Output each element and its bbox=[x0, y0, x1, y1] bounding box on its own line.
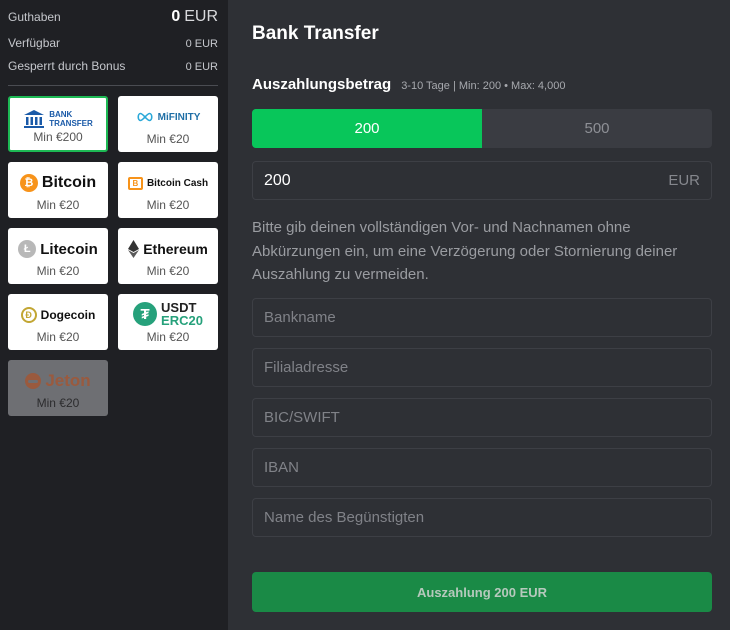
bitcoin-label: Bitcoin bbox=[41, 174, 97, 191]
amount-value: 200 bbox=[264, 171, 291, 189]
balance-currency: EUR bbox=[184, 8, 218, 25]
beneficiary-name-input[interactable] bbox=[252, 498, 712, 537]
amount-heading: Auszahlungsbetrag bbox=[252, 76, 392, 93]
method-litecoin[interactable]: Ł Litecoin Min €20 bbox=[8, 228, 108, 284]
litecoin-label: Litecoin bbox=[40, 240, 98, 258]
balance-value: 0 EUR bbox=[171, 8, 218, 26]
litecoin-logo: Ł Litecoin bbox=[8, 234, 108, 264]
branch-address-input[interactable] bbox=[252, 348, 712, 387]
method-bitcoin[interactable]: ₿ Bitcoin Min €20 bbox=[8, 162, 108, 218]
usdt-min: Min €20 bbox=[146, 330, 190, 344]
litecoin-min: Min €20 bbox=[36, 264, 80, 278]
mifinity-label: MiFINITY bbox=[157, 111, 201, 123]
amount-currency: EUR bbox=[668, 172, 700, 189]
jeton-label: Jeton bbox=[45, 371, 91, 390]
dogecoin-icon: Ð bbox=[20, 307, 37, 323]
method-bank-transfer[interactable]: BANK TRANSFER Min €200 bbox=[8, 96, 108, 152]
bitcoin-min: Min €20 bbox=[36, 198, 80, 212]
jeton-icon bbox=[25, 373, 42, 389]
withdraw-submit-button[interactable]: Auszahlung 200 EUR bbox=[252, 572, 712, 612]
mifinity-min: Min €20 bbox=[146, 132, 190, 146]
available-row: Verfügbar 0 EUR bbox=[8, 36, 218, 50]
bank-name-input[interactable] bbox=[252, 298, 712, 337]
erc20-label: ERC20 bbox=[161, 313, 203, 328]
dogecoin-label: Dogecoin bbox=[40, 308, 96, 322]
divider bbox=[8, 85, 218, 86]
payment-methods-panel: Guthaben 0 EUR Verfügbar 0 EUR Gesperrt d… bbox=[0, 0, 228, 630]
usdt-logo: ₮ USDT ERC20 bbox=[118, 299, 218, 329]
balance-label: Guthaben bbox=[8, 10, 61, 24]
bitcoin-icon: ₿ bbox=[19, 174, 38, 192]
method-ethereum[interactable]: Ethereum Min €20 bbox=[118, 228, 218, 284]
litecoin-icon: Ł bbox=[18, 240, 37, 258]
bank-min: Min €200 bbox=[33, 130, 83, 144]
jeton-logo: Jeton bbox=[8, 366, 108, 396]
bonus-locked-row: Gesperrt durch Bonus 0 EUR bbox=[8, 59, 218, 73]
bitcoin-cash-logo: B Bitcoin Cash bbox=[118, 168, 218, 198]
tether-icon: ₮ bbox=[133, 302, 158, 326]
available-label: Verfügbar bbox=[8, 36, 61, 50]
bic-swift-input[interactable] bbox=[252, 398, 712, 437]
method-dogecoin[interactable]: Ð Dogecoin Min €20 bbox=[8, 294, 108, 350]
ethereum-icon bbox=[128, 240, 140, 258]
balance-row: Guthaben 0 EUR bbox=[8, 8, 218, 26]
jeton-min: Min €20 bbox=[36, 396, 80, 410]
infinity-icon bbox=[137, 112, 153, 122]
iban-input[interactable] bbox=[252, 448, 712, 487]
preset-200-button[interactable]: 200 bbox=[252, 109, 482, 148]
amount-limits: 3-10 Tage | Min: 200 • Max: 4,000 bbox=[401, 80, 566, 92]
name-notice: Bitte gib deinen vollständigen Vor- und … bbox=[252, 219, 678, 283]
ethereum-label: Ethereum bbox=[143, 241, 208, 257]
method-mifinity[interactable]: MiFINITY Min €20 bbox=[118, 96, 218, 152]
ethereum-logo: Ethereum bbox=[118, 234, 218, 264]
page-title: Bank Transfer bbox=[252, 23, 379, 44]
bank-logo-line1: BANK bbox=[49, 110, 73, 119]
bank-logo-line2: TRANSFER bbox=[49, 119, 93, 128]
dogecoin-min: Min €20 bbox=[36, 330, 80, 344]
method-bitcoin-cash[interactable]: B Bitcoin Cash Min €20 bbox=[118, 162, 218, 218]
bonus-locked-value: 0 EUR bbox=[185, 61, 218, 73]
bitcoin-cash-label: Bitcoin Cash bbox=[146, 177, 209, 189]
method-usdt-erc20[interactable]: ₮ USDT ERC20 Min €20 bbox=[118, 294, 218, 350]
available-value: 0 EUR bbox=[185, 38, 218, 50]
ethereum-min: Min €20 bbox=[146, 264, 190, 278]
amount-heading-row: Auszahlungsbetrag 3-10 Tage | Min: 200 •… bbox=[252, 76, 565, 93]
preset-500-button[interactable]: 500 bbox=[482, 109, 712, 148]
balance-number: 0 bbox=[171, 8, 181, 25]
amount-preset-selector: 200 500 bbox=[252, 109, 712, 148]
bitcoin-cash-min: Min €20 bbox=[146, 198, 190, 212]
method-jeton: Jeton Min €20 bbox=[8, 360, 108, 416]
mifinity-logo: MiFINITY bbox=[118, 102, 218, 132]
bonus-locked-label: Gesperrt durch Bonus bbox=[8, 59, 126, 73]
bitcoin-logo: ₿ Bitcoin bbox=[8, 168, 108, 198]
dogecoin-logo: Ð Dogecoin bbox=[8, 300, 108, 330]
bank-icon bbox=[24, 110, 45, 128]
bitcoin-cash-icon: B bbox=[127, 176, 143, 190]
amount-input[interactable]: 200 EUR bbox=[252, 161, 712, 200]
